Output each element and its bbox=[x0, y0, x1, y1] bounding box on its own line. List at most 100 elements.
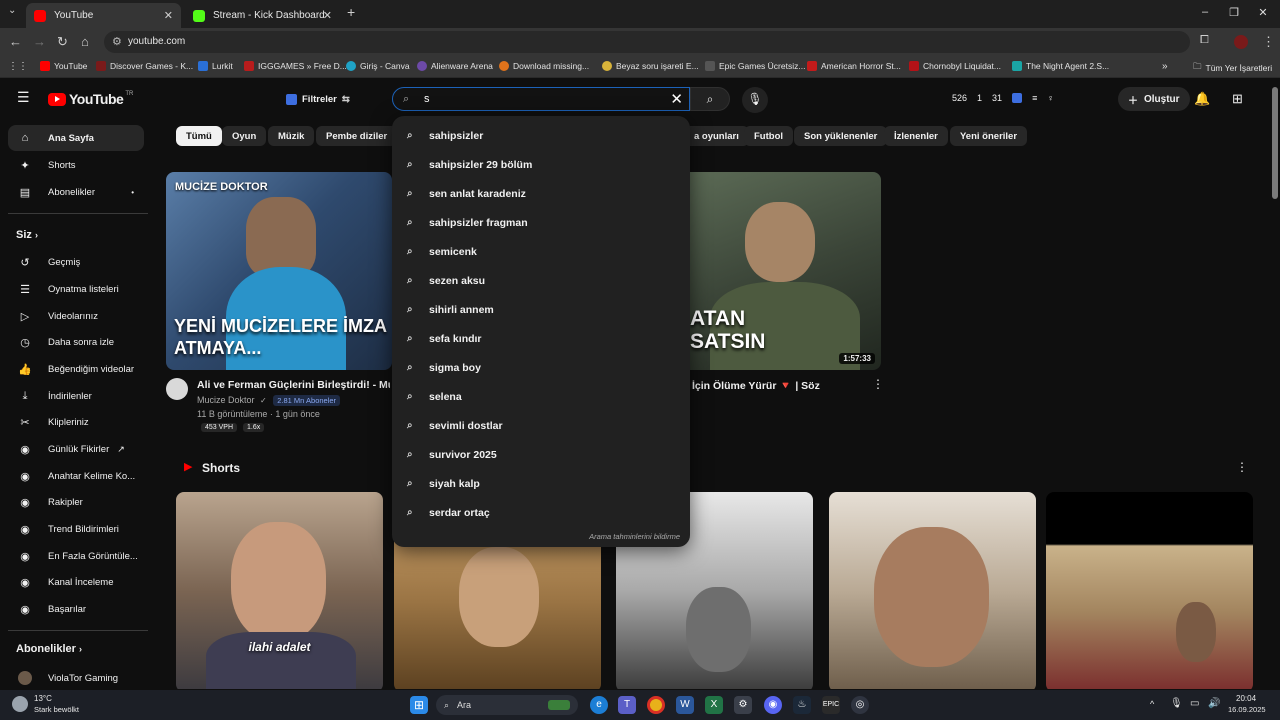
excel-icon[interactable]: X bbox=[705, 696, 723, 714]
sidebar-item-channel[interactable]: ViolaTor Gaming bbox=[8, 665, 144, 689]
suggestion-item[interactable]: ⌕ serdar ortaç bbox=[392, 498, 690, 527]
volume-icon[interactable]: 🔊 bbox=[1208, 698, 1220, 709]
bookmark-item[interactable]: Chornobyl Liquidat... bbox=[909, 61, 1001, 71]
video-title[interactable]: Ali ve Ferman Güçlerini Birleştirdi! - M… bbox=[197, 379, 390, 391]
suggestion-item[interactable]: ⌕ selena bbox=[392, 382, 690, 411]
bookmark-item[interactable]: Download missing... bbox=[499, 61, 589, 71]
extensions-icon[interactable]: ⧠ bbox=[1200, 34, 1209, 47]
sidebar-item-keyword[interactable]: ◉ Anahtar Kelime Ko... bbox=[8, 463, 144, 489]
list-icon[interactable]: ≡ bbox=[1032, 93, 1037, 103]
sidebar-item-playlists[interactable]: ☰ Oynatma listeleri bbox=[8, 276, 144, 302]
chip-soap-operas[interactable]: Pembe diziler bbox=[316, 126, 398, 146]
short-thumbnail[interactable]: ilahi adalet bbox=[176, 492, 383, 689]
close-tab-icon[interactable]: ✕ bbox=[164, 9, 173, 22]
home-icon[interactable]: ⌂ bbox=[81, 34, 89, 49]
tab-search-icon[interactable]: ⌄ bbox=[8, 5, 16, 16]
bookmark-item[interactable]: The Night Agent 2.S... bbox=[1012, 61, 1109, 71]
chip-new-recommendations[interactable]: Yeni öneriler bbox=[950, 126, 1028, 146]
chip-music[interactable]: Müzik bbox=[268, 126, 315, 146]
close-window-icon[interactable]: ✕ bbox=[1256, 6, 1270, 19]
app-icon[interactable]: ◎ bbox=[851, 696, 869, 714]
discord-icon[interactable]: ◉ bbox=[764, 696, 782, 714]
suggestion-item[interactable]: ⌕ sevimli dostlar bbox=[392, 411, 690, 440]
bookmark-item[interactable]: IGGGAMES » Free D... bbox=[244, 61, 347, 71]
suggestion-item[interactable]: ⌕ sen anlat karadeniz bbox=[392, 179, 690, 208]
minimize-icon[interactable]: – bbox=[1198, 6, 1212, 18]
short-thumbnail[interactable] bbox=[1046, 492, 1253, 689]
chip-recently-uploaded[interactable]: Son yüklenenler bbox=[794, 126, 888, 146]
suggestion-item[interactable]: ⌕ sahipsizler bbox=[392, 121, 690, 150]
create-button[interactable]: ＋ Oluştur bbox=[1118, 87, 1190, 111]
close-tab-icon[interactable]: ✕ bbox=[323, 9, 332, 22]
epic-games-icon[interactable]: EPIC bbox=[822, 696, 840, 714]
video-title[interactable]: İçin Ölüme Yürür 🔻 | Söz bbox=[692, 379, 820, 392]
new-tab-button[interactable]: + bbox=[347, 4, 355, 20]
back-icon[interactable]: ← bbox=[9, 34, 22, 49]
search-button[interactable]: ⌕ bbox=[690, 87, 730, 111]
bookmark-item[interactable]: YouTube bbox=[40, 61, 87, 71]
sidebar-item-most-viewed[interactable]: ◉ En Fazla Görüntüle... bbox=[8, 543, 144, 569]
sidebar-subscriptions-header[interactable]: Abonelikler › bbox=[16, 643, 82, 655]
windows-start-icon[interactable]: ⊞ bbox=[410, 696, 428, 714]
forward-icon[interactable]: → bbox=[33, 34, 46, 49]
more-options-icon[interactable]: ⋮ bbox=[1236, 460, 1248, 474]
bookmark-item[interactable]: American Horror St... bbox=[807, 61, 901, 71]
bookmark-item[interactable]: Lurkit bbox=[198, 61, 233, 71]
extension-stats[interactable]: 526 1 31 ≡ ♀ bbox=[952, 93, 1054, 103]
channel-name[interactable]: Mucize Doktor bbox=[197, 395, 255, 405]
suggestion-item[interactable]: ⌕ siyah kalp bbox=[392, 469, 690, 498]
bookmark-item[interactable]: Alienware Arena bbox=[417, 61, 493, 71]
suggestion-item[interactable]: ⌕ sigma boy bbox=[392, 353, 690, 382]
search-input[interactable]: ⌕ s ✕ bbox=[392, 87, 690, 111]
clear-search-icon[interactable]: ✕ bbox=[670, 90, 683, 108]
suggestion-item[interactable]: ⌕ semicenk bbox=[392, 237, 690, 266]
sidebar-item-home[interactable]: ⌂ Ana Sayfa bbox=[8, 125, 144, 151]
sidebar-item-shorts[interactable]: ✦ Shorts bbox=[8, 152, 144, 178]
sidebar-item-subscriptions[interactable]: ▤ Abonelikler • bbox=[8, 179, 144, 205]
apps-icon[interactable]: ⋮⋮ bbox=[8, 61, 28, 72]
chip-all[interactable]: Tümü bbox=[176, 126, 222, 146]
filters-button[interactable]: Filtreler ⇆ bbox=[286, 89, 350, 109]
tab-kick-dashboard[interactable]: Stream - Kick Dashboard ✕ bbox=[185, 3, 340, 28]
sidebar-item-your-videos[interactable]: ▷ Videolarınız bbox=[8, 303, 144, 329]
page-scrollbar[interactable] bbox=[1272, 87, 1278, 199]
chip-watched[interactable]: İzlenenler bbox=[884, 126, 948, 146]
bookmark-item[interactable]: Epic Games Ücretsiz... bbox=[705, 61, 805, 71]
address-bar[interactable]: ⚙ youtube.com bbox=[104, 31, 1190, 53]
suggestion-item[interactable]: ⌕ sahipsizler fragman bbox=[392, 208, 690, 237]
sidebar-item-daily-ideas[interactable]: ◉ Günlük Fikirler ↗ bbox=[8, 436, 144, 462]
site-info-icon[interactable]: ⚙ bbox=[112, 35, 122, 48]
reload-icon[interactable]: ↻ bbox=[57, 34, 68, 50]
sidebar-item-liked-videos[interactable]: 👍 Beğendiğim videolar bbox=[8, 356, 144, 382]
menu-icon[interactable]: ⋮ bbox=[1262, 34, 1275, 50]
suggestion-item[interactable]: ⌕ sezen aksu bbox=[392, 266, 690, 295]
short-thumbnail[interactable] bbox=[829, 492, 1036, 689]
more-bookmarks-button[interactable]: » bbox=[1162, 61, 1168, 72]
teams-icon[interactable]: T bbox=[618, 696, 636, 714]
youtube-logo[interactable]: YouTube TR bbox=[48, 91, 133, 107]
chip-games-2[interactable]: a oyunları bbox=[684, 126, 749, 146]
steam-icon[interactable]: ♨ bbox=[793, 696, 811, 714]
sidebar-item-history[interactable]: ↺ Geçmiş bbox=[8, 249, 144, 275]
profile-avatar[interactable] bbox=[1234, 35, 1248, 49]
channel-avatar[interactable] bbox=[166, 378, 188, 400]
taskbar-search[interactable]: ⌕ Ara bbox=[436, 695, 578, 715]
suggestion-item[interactable]: ⌕ sefa kındır bbox=[392, 324, 690, 353]
display-icon[interactable]: ▭ bbox=[1190, 698, 1199, 709]
account-avatar[interactable]: ⊞ bbox=[1232, 91, 1243, 107]
sidebar-item-watch-later[interactable]: ◷ Daha sonra izle bbox=[8, 329, 144, 355]
notifications-bell-icon[interactable]: 🔔 bbox=[1194, 91, 1210, 107]
chrome-icon[interactable] bbox=[647, 696, 665, 714]
bookmark-item[interactable]: Beyaz soru işareti E... bbox=[602, 61, 699, 71]
edge-icon[interactable]: e bbox=[590, 696, 608, 714]
sidebar-item-trend-alerts[interactable]: ◉ Trend Bildirimleri bbox=[8, 516, 144, 542]
bookmark-item[interactable]: Giriş - Canva bbox=[346, 61, 410, 71]
all-bookmarks-button[interactable]: 🗀 Tüm Yer İşaretleri bbox=[1193, 61, 1272, 75]
suggestion-item[interactable]: ⌕ sahipsizler 29 bölüm bbox=[392, 150, 690, 179]
chip-football[interactable]: Futbol bbox=[744, 126, 794, 146]
chevron-up-icon[interactable]: ^ bbox=[1150, 699, 1154, 709]
hamburger-menu-icon[interactable]: ☰ bbox=[17, 89, 30, 106]
video-thumbnail[interactable]: ATAN SATSIN 1:57:33 bbox=[690, 172, 881, 370]
sidebar-item-clips[interactable]: ✂ Klipleriniz bbox=[8, 409, 144, 435]
chip-games[interactable]: Oyun bbox=[222, 126, 267, 146]
